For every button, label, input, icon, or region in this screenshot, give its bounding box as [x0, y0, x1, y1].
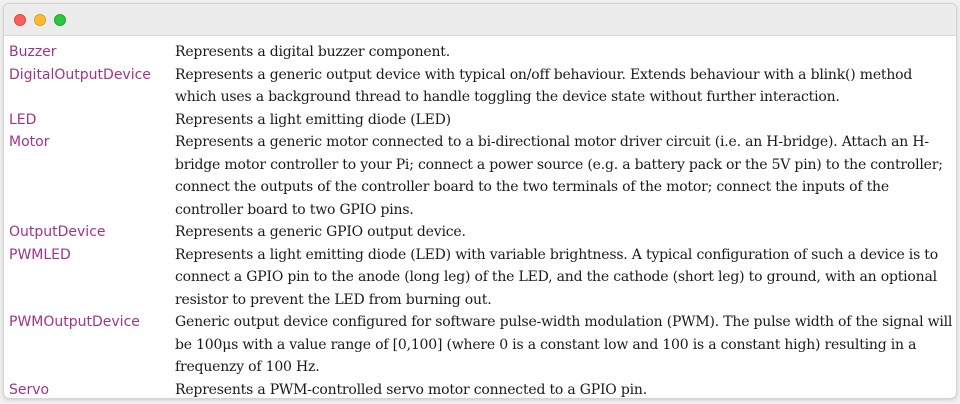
term-description: Represents a light emitting diode (LED)	[175, 111, 451, 128]
term-description: Represents a light emitting diode (LED) …	[175, 246, 938, 308]
term-description: Represents a PWM-controlled servo motor …	[175, 381, 647, 398]
term-description: Represents a generic output device with …	[175, 66, 913, 106]
minimize-window-button[interactable]	[34, 13, 46, 26]
term-name[interactable]: Servo	[9, 379, 175, 399]
term-name[interactable]: OutputDevice	[9, 221, 175, 244]
list-item: Buzzer Represents a digital buzzer compo…	[9, 41, 956, 64]
term-name[interactable]: PWMLED	[9, 244, 175, 267]
term-name[interactable]: Motor	[9, 131, 175, 154]
definition-list: Buzzer Represents a digital buzzer compo…	[4, 36, 956, 399]
term-description: Represents a generic GPIO output device.	[175, 224, 466, 240]
term-name[interactable]: PWMOutputDevice	[9, 311, 175, 334]
list-item: LED Represents a light emitting diode (L…	[9, 109, 956, 132]
term-description: Generic output device configured for sof…	[175, 314, 953, 375]
maximize-window-button[interactable]	[54, 13, 66, 26]
list-item: PWMOutputDevice Generic output device co…	[9, 311, 956, 379]
term-name[interactable]: LED	[9, 109, 175, 132]
app-window: Buzzer Represents a digital buzzer compo…	[3, 3, 957, 399]
list-item: Servo Represents a PWM-controlled servo …	[9, 379, 956, 399]
term-description: Represents a generic motor connected to …	[175, 134, 943, 218]
term-name[interactable]: DigitalOutputDevice	[9, 64, 175, 87]
list-item: Motor Represents a generic motor connect…	[9, 131, 956, 221]
term-name[interactable]: Buzzer	[9, 41, 175, 64]
list-item: DigitalOutputDevice Represents a generic…	[9, 64, 956, 109]
list-item: PWMLED Represents a light emitting diode…	[9, 244, 956, 312]
term-description: Represents a digital buzzer component.	[175, 44, 450, 60]
close-window-button[interactable]	[14, 13, 26, 26]
title-bar	[4, 4, 956, 36]
list-item: OutputDevice Represents a generic GPIO o…	[9, 221, 956, 244]
